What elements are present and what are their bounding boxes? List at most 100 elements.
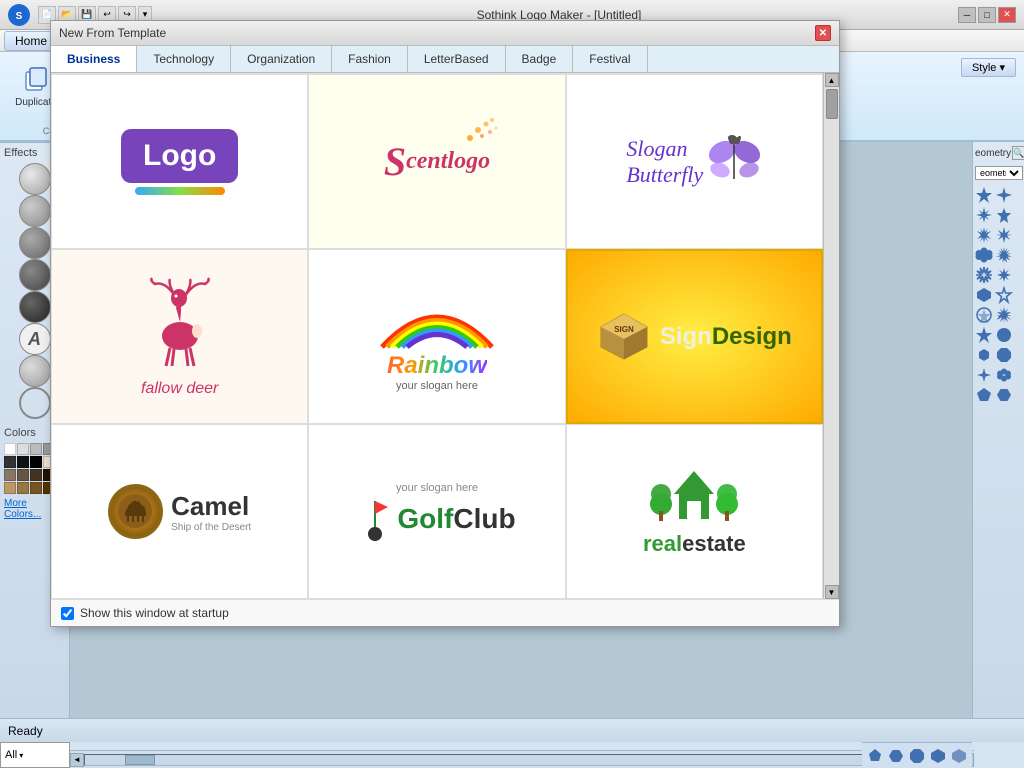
flower-sm[interactable] xyxy=(995,366,1013,384)
template-rainbow[interactable]: Rainbow your slogan here xyxy=(308,249,565,424)
template-logo-badge[interactable]: Logo xyxy=(51,74,308,249)
template-signdesign[interactable]: SIGN SignDesign xyxy=(566,249,823,424)
deer-design-content: fallow deer xyxy=(140,276,220,398)
box-icon: SIGN xyxy=(597,309,652,364)
hexagon-1[interactable] xyxy=(975,286,993,304)
color-swatch[interactable] xyxy=(30,443,42,455)
dialog-close-btn[interactable]: ✕ xyxy=(815,25,831,41)
effect-circle-3[interactable] xyxy=(19,227,51,259)
effect-letter-a[interactable]: A xyxy=(19,323,51,355)
bottom-hexagon-2[interactable] xyxy=(929,747,947,765)
template-golfclub[interactable]: your slogan here GolfClub xyxy=(308,424,565,599)
color-swatch[interactable] xyxy=(4,443,16,455)
star-8pt-1[interactable] xyxy=(975,206,993,224)
tab-fashion[interactable]: Fashion xyxy=(332,46,408,72)
flower-1[interactable] xyxy=(975,246,993,264)
dialog-titlebar: New From Template ✕ xyxy=(51,21,839,46)
starburst-1[interactable] xyxy=(975,226,993,244)
scroll-left-btn[interactable]: ◄ xyxy=(70,753,84,767)
effect-circle-1[interactable] xyxy=(19,163,51,195)
hexagon-flat[interactable] xyxy=(995,386,1013,404)
scroll-down-btn[interactable]: ▼ xyxy=(825,585,839,599)
bottom-octagon[interactable] xyxy=(908,747,926,765)
color-swatch[interactable] xyxy=(30,482,42,494)
tab-letterbased[interactable]: LetterBased xyxy=(408,46,506,72)
effect-circle-4[interactable] xyxy=(19,259,51,291)
shape-row-5 xyxy=(975,266,1022,284)
shape-row-1 xyxy=(975,186,1022,204)
startup-checkbox[interactable] xyxy=(61,607,74,620)
effect-circle-2[interactable] xyxy=(19,195,51,227)
close-btn[interactable]: ✕ xyxy=(998,7,1016,23)
color-swatch[interactable] xyxy=(17,443,29,455)
golfclub-slogan: your slogan here xyxy=(396,482,478,494)
color-swatch[interactable] xyxy=(4,482,16,494)
tab-business[interactable]: Business xyxy=(51,46,137,72)
template-camel[interactable]: Camel Ship of the Desert xyxy=(51,424,308,599)
star-5pt-solid[interactable] xyxy=(975,326,993,344)
bottom-hexagon-3[interactable] xyxy=(950,747,968,765)
butterfly-icon xyxy=(707,134,762,189)
bottom-hexagon[interactable] xyxy=(887,747,905,765)
h-scroll-thumb[interactable] xyxy=(125,755,155,765)
geometry-row: eometry 🔍 xyxy=(975,146,1022,160)
star-burst-lg[interactable] xyxy=(995,306,1013,324)
effect-circle-6[interactable] xyxy=(19,355,51,387)
scroll-thumb[interactable] xyxy=(826,89,838,119)
tab-technology[interactable]: Technology xyxy=(137,46,231,72)
starburst-12pt[interactable] xyxy=(995,246,1013,264)
bottom-shape-row xyxy=(862,742,972,768)
template-realestate[interactable]: realestate xyxy=(566,424,823,599)
color-swatch[interactable] xyxy=(17,482,29,494)
pentagon[interactable] xyxy=(975,386,993,404)
color-swatch[interactable] xyxy=(4,456,16,468)
color-swatch[interactable] xyxy=(30,469,42,481)
star-6pt-1[interactable] xyxy=(975,186,993,204)
hexagon-sm[interactable] xyxy=(975,346,993,364)
star-6pt-2[interactable] xyxy=(995,206,1013,224)
all-dropdown[interactable]: All ▾ xyxy=(0,742,70,768)
dropdown-arrow: ▾ xyxy=(19,751,23,760)
bottom-pentagon[interactable] xyxy=(866,747,884,765)
geometry-select[interactable]: eometry xyxy=(975,166,1023,180)
color-swatch[interactable] xyxy=(30,456,42,468)
rainbow-slogan: your slogan here xyxy=(396,380,478,392)
star-5pt-outline[interactable] xyxy=(995,286,1013,304)
logo-text: Logo xyxy=(121,129,238,183)
duplicate-icon xyxy=(20,63,52,95)
scroll-up-btn[interactable]: ▲ xyxy=(825,73,839,87)
starburst-ring[interactable] xyxy=(975,266,993,284)
tab-festival[interactable]: Festival xyxy=(573,46,647,72)
effect-circle-5[interactable] xyxy=(19,291,51,323)
tab-badge[interactable]: Badge xyxy=(506,46,574,72)
all-label: All xyxy=(5,749,17,761)
logo-bar xyxy=(135,187,225,195)
scentlogo-design: S centlogo xyxy=(384,138,490,185)
template-deer[interactable]: fallow deer xyxy=(51,249,308,424)
shape-row-4 xyxy=(975,246,1022,264)
maximize-btn[interactable]: □ xyxy=(978,7,996,23)
slogan-text: Slogan xyxy=(626,136,703,162)
ring-star[interactable] xyxy=(975,306,993,324)
template-butterfly[interactable]: Slogan Butterfly xyxy=(566,74,823,249)
rainbow-label: Rainbow xyxy=(387,352,487,380)
effect-ring[interactable] xyxy=(19,387,51,419)
circle-shape[interactable] xyxy=(995,326,1013,344)
template-scentlogo[interactable]: S centlogo xyxy=(308,74,565,249)
style-button[interactable]: Style ▾ xyxy=(961,58,1016,77)
signdesign-words: SignDesign xyxy=(660,323,792,351)
starburst-sm[interactable] xyxy=(995,266,1013,284)
color-swatch[interactable] xyxy=(4,469,16,481)
tab-organization[interactable]: Organization xyxy=(231,46,332,72)
color-swatch[interactable] xyxy=(17,456,29,468)
minimize-btn[interactable]: ─ xyxy=(958,7,976,23)
color-swatch[interactable] xyxy=(17,469,29,481)
octagon[interactable] xyxy=(995,346,1013,364)
shapes-panel: eometry 🔍 eometry xyxy=(972,142,1024,718)
star-4pt-1[interactable] xyxy=(995,186,1013,204)
cross-star[interactable] xyxy=(995,226,1013,244)
search-icon[interactable]: 🔍 xyxy=(1012,146,1024,160)
star-4pt-solid[interactable] xyxy=(975,366,993,384)
h-scroll-track[interactable] xyxy=(84,754,960,766)
shape-row-11 xyxy=(975,386,1022,404)
